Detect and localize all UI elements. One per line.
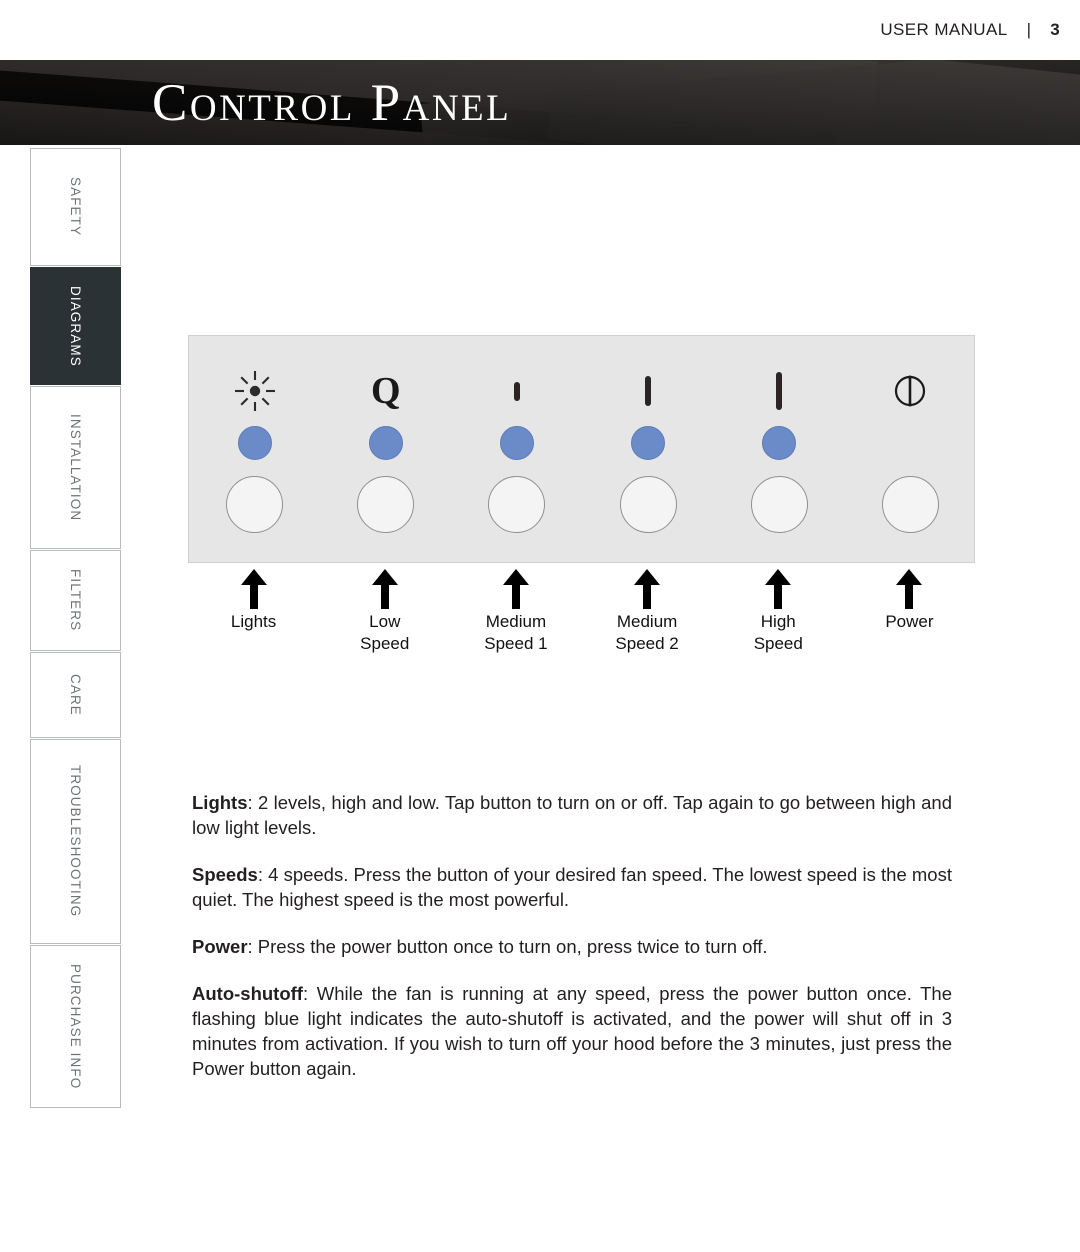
speed-bar xyxy=(645,376,652,406)
sidebar-item-label: CARE xyxy=(68,674,83,716)
control-panel-body: Q xyxy=(188,335,975,563)
led-indicator-absent xyxy=(893,426,927,460)
speed-bar-small-icon xyxy=(487,360,547,422)
panel-button-high-speed[interactable] xyxy=(750,476,808,533)
panel-column-medium-speed-1 xyxy=(451,336,582,564)
paragraph-auto-shutoff: Auto-shutoff: While the fan is running a… xyxy=(192,981,952,1081)
instructions-body: Lights: 2 levels, high and low. Tap butt… xyxy=(192,790,952,1081)
panel-caption: Medium Speed 2 xyxy=(615,612,679,653)
panel-caption: Low Speed xyxy=(360,612,410,653)
sidebar-item-installation[interactable]: INSTALLATION xyxy=(30,386,121,549)
caption-group: Lights xyxy=(188,569,319,655)
paragraph-text: : Press the power button once to turn on… xyxy=(247,936,768,957)
sidebar-item-label: SAFETY xyxy=(68,177,83,237)
arrow-up-icon xyxy=(765,569,792,609)
arrow-up-icon xyxy=(634,569,661,609)
paragraph-label: Lights xyxy=(192,792,248,813)
sidebar-item-care[interactable]: CARE xyxy=(30,652,121,738)
panel-column-power xyxy=(845,336,976,564)
led-indicator xyxy=(762,426,797,460)
panel-button-low-speed[interactable] xyxy=(357,476,415,533)
led-indicator xyxy=(237,426,272,460)
sidebar-tabs: SAFETY DIAGRAMS INSTALLATION FILTERS CARE TRO… xyxy=(30,148,121,1109)
panel-column-low-speed: Q xyxy=(320,336,451,564)
sidebar-item-label: PURCHASE INFO xyxy=(68,963,83,1090)
panel-column-high-speed xyxy=(714,336,845,564)
sidebar-item-label: TROUBLESHOOTING xyxy=(68,765,83,918)
section-banner: Control Panel xyxy=(0,60,1080,145)
sidebar-item-diagrams[interactable]: DIAGRAMS xyxy=(30,267,121,385)
sun-brightness-icon xyxy=(225,360,285,422)
sidebar-item-safety[interactable]: SAFETY xyxy=(30,148,121,266)
panel-button-lights[interactable] xyxy=(226,476,284,533)
quiet-q-icon: Q xyxy=(356,360,416,422)
paragraph-power: Power: Press the power button once to tu… xyxy=(192,934,952,959)
panel-button-medium-speed-1[interactable] xyxy=(488,476,546,533)
page-title: Control Panel xyxy=(152,73,512,132)
caption-group: High Speed xyxy=(713,569,844,655)
sidebar-item-purchase-info[interactable]: PURCHASE INFO xyxy=(30,945,121,1108)
banner-gloss-decoration xyxy=(547,60,1080,145)
paragraph-text: : 4 speeds. Press the button of your des… xyxy=(192,864,952,910)
arrow-up-icon xyxy=(896,569,923,609)
paragraph-speeds: Speeds: 4 speeds. Press the button of yo… xyxy=(192,862,952,912)
paragraph-lights: Lights: 2 levels, high and low. Tap butt… xyxy=(192,790,952,840)
caption-group: Power xyxy=(844,569,975,655)
arrow-up-icon xyxy=(371,569,398,609)
control-panel-diagram: Q Lights Low Speed Medium Speed 1 Medium Sp… xyxy=(188,335,975,655)
speed-bar xyxy=(513,381,520,401)
sidebar-item-label: FILTERS xyxy=(68,569,83,632)
led-indicator xyxy=(631,426,666,460)
caption-group: Medium Speed 2 xyxy=(582,569,713,655)
paragraph-text: : 2 levels, high and low. Tap button to … xyxy=(192,792,952,838)
arrow-up-icon xyxy=(240,569,267,609)
panel-column-lights xyxy=(189,336,320,564)
paragraph-label: Power xyxy=(192,936,248,957)
sidebar-item-label: DIAGRAMS xyxy=(68,285,83,367)
paragraph-label: Auto-shutoff xyxy=(192,983,303,1004)
speed-bar-large-icon xyxy=(749,360,809,422)
sidebar-item-filters[interactable]: FILTERS xyxy=(30,550,121,651)
power-icon xyxy=(880,360,940,422)
led-indicator xyxy=(368,426,403,460)
panel-button-medium-speed-2[interactable] xyxy=(619,476,677,533)
panel-column-medium-speed-2 xyxy=(583,336,714,564)
arrow-up-icon xyxy=(502,569,529,609)
sidebar-item-troubleshooting[interactable]: TROUBLESHOOTING xyxy=(30,739,121,944)
led-indicator xyxy=(499,426,534,460)
caption-group: Low Speed xyxy=(319,569,450,655)
paragraph-text: : While the fan is running at any speed,… xyxy=(192,983,952,1079)
caption-group: Medium Speed 1 xyxy=(450,569,581,655)
panel-caption: Lights xyxy=(230,612,277,631)
paragraph-label: Speeds xyxy=(192,864,258,885)
manual-title: USER MANUAL xyxy=(880,20,1008,39)
panel-caption: Medium Speed 1 xyxy=(484,612,548,653)
panel-caption: High Speed xyxy=(753,612,803,653)
sidebar-item-label: INSTALLATION xyxy=(68,413,83,522)
quiet-letter: Q xyxy=(370,370,401,412)
page-number: 3 xyxy=(1050,20,1060,39)
panel-caption: Power xyxy=(885,612,934,631)
page-header: USER MANUAL | 3 xyxy=(0,0,1080,60)
header-separator: | xyxy=(1026,20,1031,39)
panel-button-power[interactable] xyxy=(881,476,939,533)
speed-bar xyxy=(776,372,783,410)
speed-bar-medium-icon xyxy=(618,360,678,422)
